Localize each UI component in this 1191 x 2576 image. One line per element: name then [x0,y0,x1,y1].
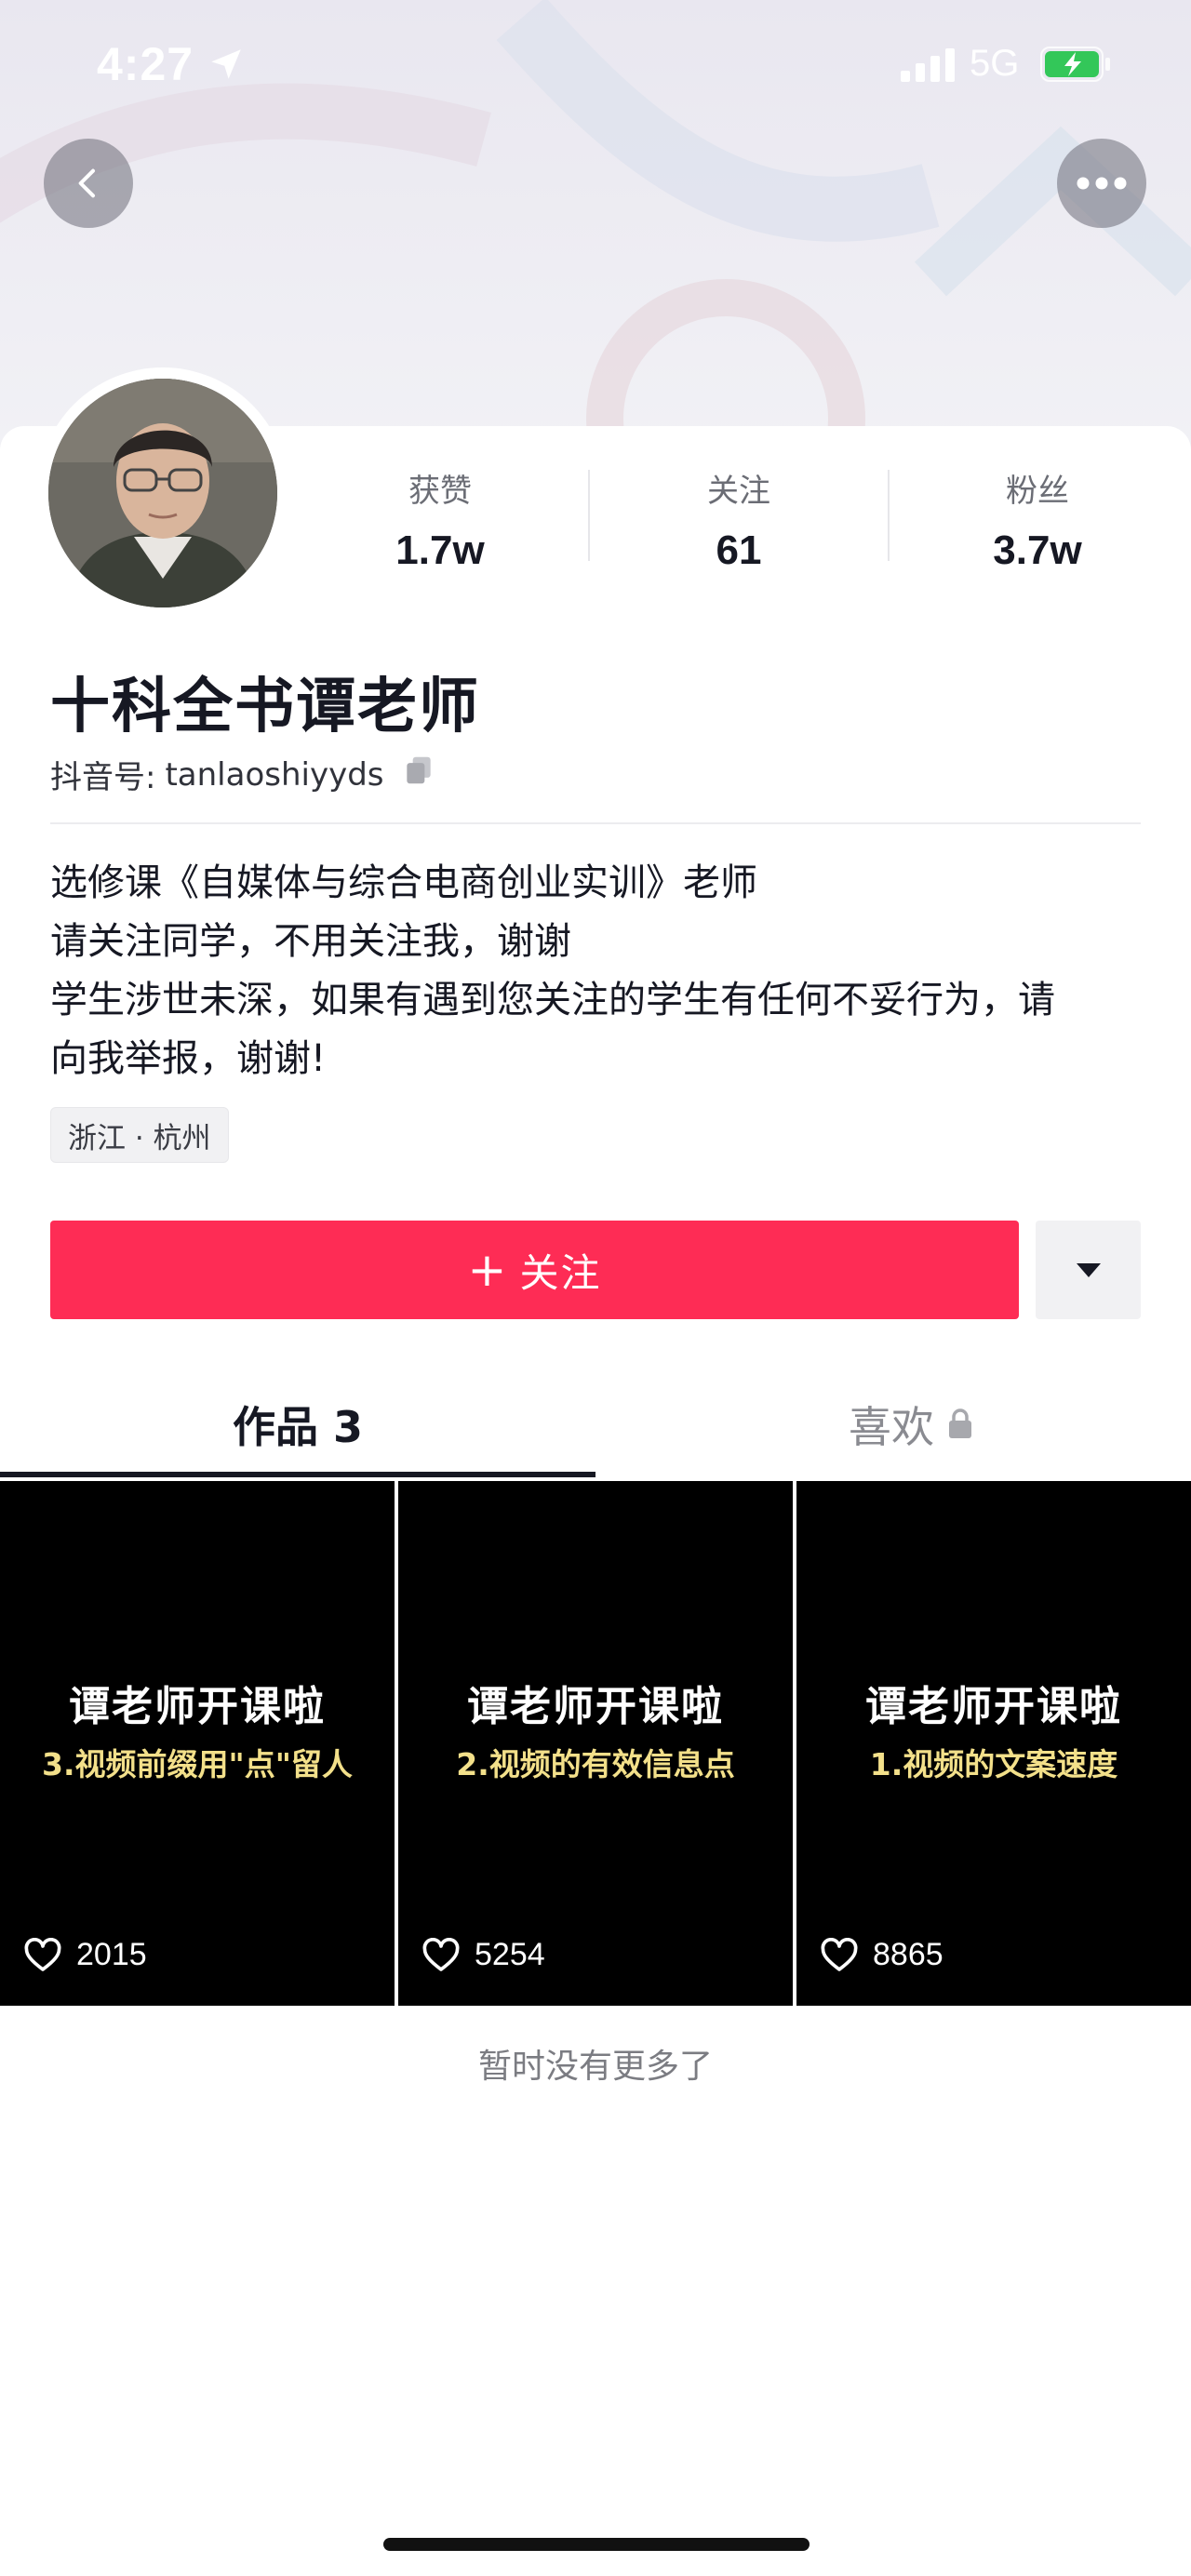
location-arrow-icon [207,45,246,87]
stat-value: 1.7w [395,527,485,573]
heart-icon [422,1937,460,1971]
stat-label: 关注 [707,473,770,510]
location-tag[interactable]: 浙江 · 杭州 [50,1107,229,1163]
network-type: 5G [970,43,1020,84]
status-time: 4:27 [97,38,194,90]
bio-line: 学生涉世未深，如果有遇到您关注的学生有任何不妥行为，请 [50,979,1055,1021]
tab-label: 作品 3 [233,1402,364,1452]
bio: 选修课《自媒体与综合电商创业实训》老师 请关注同学，不用关注我，谢谢 学生涉世未… [50,854,1148,1088]
back-button[interactable] [44,139,133,228]
lock-icon [947,1399,973,1449]
more-options-button[interactable] [1057,139,1146,228]
recommend-dropdown-button[interactable] [1036,1221,1141,1319]
handle-row: 抖音号: tanlaoshiyyds [50,752,436,797]
stat-label: 获赞 [408,473,472,510]
end-of-list-text: 暂时没有更多了 [477,2048,713,2086]
copy-icon[interactable] [401,753,436,796]
heart-icon [24,1937,61,1971]
status-bar: 4:27 5G [0,0,1191,130]
follow-label: 关注 [519,1249,602,1296]
follow-button[interactable]: + 关注 [50,1221,1019,1319]
video-thumbnail[interactable]: 谭老师开课啦 2.视频的有效信息点 5254 [398,1481,793,2006]
plus-icon: + [467,1243,509,1297]
signal-icon [901,48,960,86]
video-title: 谭老师开课啦 [865,1683,1122,1730]
stat-likes-received[interactable]: 获赞 1.7w [291,465,589,574]
tab-active-indicator [0,1472,596,1477]
tab-likes[interactable]: 喜欢 [849,1394,973,1455]
divider [50,822,1141,824]
home-indicator[interactable] [383,2538,810,2551]
stat-label: 粉丝 [1006,473,1069,510]
video-subtitle: 2.视频的有效信息点 [456,1746,735,1782]
bio-line: 请关注同学，不用关注我，谢谢 [50,920,571,963]
video-like-count: 2015 [24,1937,147,1973]
like-count: 2015 [76,1937,147,1972]
heart-icon [821,1937,858,1971]
like-count: 5254 [475,1937,545,1972]
stat-value: 61 [716,527,762,573]
handle-value: tanlaoshiyyds [165,755,384,794]
like-count: 8865 [873,1937,943,1972]
video-subtitle: 3.视频前缀用"点"留人 [42,1746,353,1782]
profile-name: 十科全书谭老师 [50,673,480,741]
video-thumbnail[interactable]: 谭老师开课啦 1.视频的文案速度 8865 [796,1481,1191,2006]
video-like-count: 8865 [821,1937,943,1973]
battery-charging-icon [1040,47,1111,86]
more-icon [1077,177,1127,190]
video-title: 谭老师开课啦 [467,1683,724,1730]
avatar[interactable] [37,367,288,619]
video-title: 谭老师开课啦 [69,1683,326,1730]
tab-label: 喜欢 [849,1402,934,1452]
video-thumbnail[interactable]: 谭老师开课啦 3.视频前缀用"点"留人 2015 [0,1481,395,2006]
bio-line: 选修课《自媒体与综合电商创业实训》老师 [50,861,757,904]
stat-value: 3.7w [993,527,1082,573]
handle-label: 抖音号: [50,759,156,796]
stat-following[interactable]: 关注 61 [590,465,888,574]
caret-down-icon [1076,1263,1101,1277]
avatar-image [48,379,277,607]
video-subtitle: 1.视频的文案速度 [869,1746,1118,1782]
chevron-left-icon [78,168,95,198]
video-grid: 谭老师开课啦 3.视频前缀用"点"留人 2015 谭老师开课啦 2.视频的有效信… [0,1481,1191,2006]
stat-followers[interactable]: 粉丝 3.7w [889,465,1186,574]
bio-line: 向我举报，谢谢! [50,1037,327,1080]
video-like-count: 5254 [422,1937,545,1973]
tab-works[interactable]: 作品 3 [233,1394,363,1455]
